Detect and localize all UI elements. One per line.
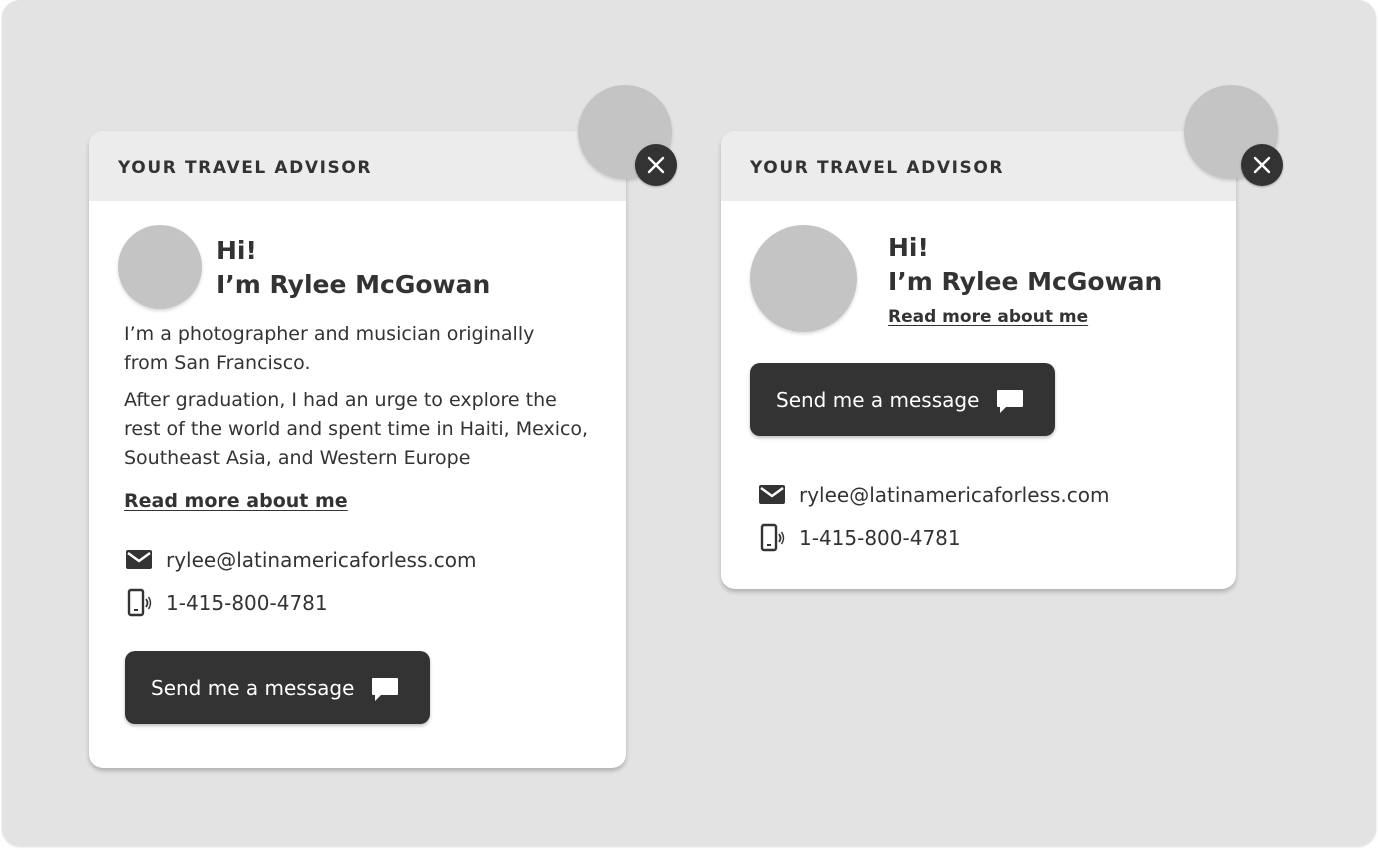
advisor-avatar <box>750 225 857 332</box>
send-message-label: Send me a message <box>776 388 980 412</box>
chat-bubble-icon <box>370 674 400 704</box>
advisor-card-compact: YOUR TRAVEL ADVISOR Hi! I’m Rylee McGowa… <box>721 131 1236 589</box>
email-address[interactable]: rylee@latinamericaforless.com <box>799 483 1109 507</box>
canvas-background: YOUR TRAVEL ADVISOR Hi! I’m Rylee McGowa… <box>2 0 1376 846</box>
mobile-phone-icon <box>124 588 154 618</box>
chat-bubble-icon <box>995 386 1025 416</box>
email-row: rylee@latinamericaforless.com <box>757 480 1109 510</box>
read-more-link[interactable]: Read more about me <box>124 490 348 512</box>
greeting-hi: Hi! <box>888 233 929 262</box>
send-message-label: Send me a message <box>151 676 355 700</box>
advisor-name: I’m Rylee McGowan <box>888 267 1163 296</box>
card-header-title: YOUR TRAVEL ADVISOR <box>118 158 373 178</box>
close-icon <box>647 156 665 174</box>
close-button[interactable] <box>1241 144 1283 186</box>
envelope-icon <box>757 480 787 510</box>
email-address[interactable]: rylee@latinamericaforless.com <box>166 548 476 572</box>
envelope-icon <box>124 545 154 575</box>
phone-number[interactable]: 1-415-800-4781 <box>166 591 328 615</box>
mobile-phone-icon <box>757 523 787 553</box>
advisor-card-expanded: YOUR TRAVEL ADVISOR Hi! I’m Rylee McGowa… <box>89 131 626 768</box>
phone-row: 1-415-800-4781 <box>124 588 328 618</box>
email-row: rylee@latinamericaforless.com <box>124 545 476 575</box>
bio-paragraph: I’m a photographer and musician original… <box>124 323 535 374</box>
card-header: YOUR TRAVEL ADVISOR <box>721 131 1236 201</box>
advisor-avatar <box>118 225 202 309</box>
send-message-button[interactable]: Send me a message <box>750 363 1055 436</box>
card-header: YOUR TRAVEL ADVISOR <box>89 131 626 201</box>
send-message-button[interactable]: Send me a message <box>125 651 430 724</box>
greeting-hi: Hi! <box>216 236 257 265</box>
advisor-name: I’m Rylee McGowan <box>216 270 491 299</box>
phone-row: 1-415-800-4781 <box>757 523 961 553</box>
phone-number[interactable]: 1-415-800-4781 <box>799 526 961 550</box>
bio-paragraph: After graduation, I had an urge to explo… <box>124 389 589 469</box>
close-icon <box>1253 156 1271 174</box>
close-button[interactable] <box>635 144 677 186</box>
read-more-link[interactable]: Read more about me <box>888 307 1088 327</box>
card-header-title: YOUR TRAVEL ADVISOR <box>750 158 1005 178</box>
